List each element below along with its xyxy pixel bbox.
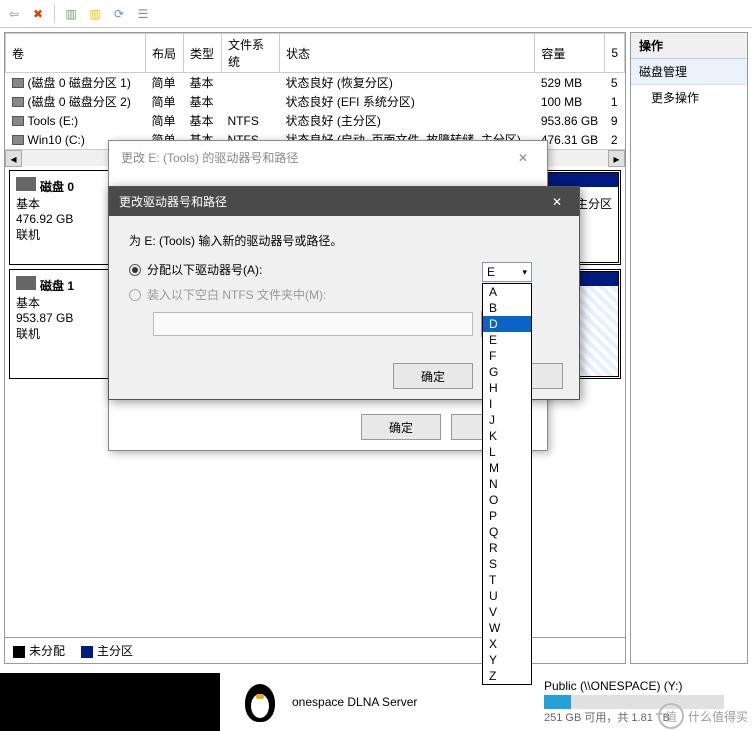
actions-header: 操作 — [631, 33, 747, 59]
col-fs[interactable]: 文件系统 — [222, 34, 280, 73]
main-toolbar: ⇦ ✖ ▥ ▥ ⟳ ☰ — [0, 0, 752, 28]
mount-path-input — [153, 312, 473, 336]
legend-primary: 主分区 — [97, 644, 133, 658]
dialog2-ok-button[interactable]: 确定 — [393, 363, 473, 389]
volume-table: 卷 布局 类型 文件系统 状态 容量 5 (磁盘 0 磁盘分区 1)简单基本状态… — [5, 33, 625, 149]
col-layout[interactable]: 布局 — [146, 34, 184, 73]
disk-size: 476.92 GB — [16, 212, 73, 226]
combo-option[interactable]: K — [483, 428, 531, 444]
share-name: Public (\\ONESPACE) (Y:) — [544, 679, 744, 693]
dialog2-close-icon[interactable]: ✕ — [545, 195, 569, 209]
new-doc-icon[interactable]: ▥ — [87, 6, 103, 22]
volume-icon — [12, 78, 24, 88]
combo-option[interactable]: U — [483, 588, 531, 604]
dialog2-title: 更改驱动器号和路径 — [119, 193, 227, 210]
combo-option[interactable]: S — [483, 556, 531, 572]
legend-swatch-unalloc — [13, 646, 25, 658]
combo-option[interactable]: P — [483, 508, 531, 524]
combo-option[interactable]: T — [483, 572, 531, 588]
combo-option[interactable]: M — [483, 460, 531, 476]
combo-option[interactable]: I — [483, 396, 531, 412]
combo-option[interactable]: F — [483, 348, 531, 364]
thumbnail — [0, 673, 220, 731]
table-row[interactable]: (磁盘 0 磁盘分区 1)简单基本状态良好 (恢复分区)529 MB5 — [6, 73, 625, 93]
drive-letter-combo[interactable]: E ▾ — [482, 262, 532, 282]
watermark-icon: 值 — [658, 703, 684, 729]
partition-label: 主分区 — [576, 197, 612, 211]
server-label: onespace DLNA Server — [292, 695, 417, 709]
disk-size: 953.87 GB — [16, 311, 73, 325]
volume-icon — [12, 135, 24, 145]
list-icon[interactable]: ☰ — [135, 6, 151, 22]
table-row[interactable]: (磁盘 0 磁盘分区 2)简单基本状态良好 (EFI 系统分区)100 MB1 — [6, 92, 625, 111]
legend-unalloc: 未分配 — [29, 644, 65, 658]
watermark: 值 什么值得买 — [658, 703, 748, 729]
disk-state: 联机 — [16, 228, 40, 242]
combo-option[interactable]: G — [483, 364, 531, 380]
drive-letter-dropdown[interactable]: ABDEFGHIJKLMNOPQRSTUVWXYZ — [482, 283, 532, 685]
back-icon[interactable]: ⇦ — [6, 6, 22, 22]
scroll-right-icon[interactable]: ▸ — [608, 150, 625, 167]
combo-option[interactable]: A — [483, 284, 531, 300]
combo-value: E — [487, 265, 495, 279]
combo-option[interactable]: J — [483, 412, 531, 428]
disk-icon — [16, 276, 36, 290]
close-icon[interactable]: ✖ — [30, 6, 46, 22]
disk-state: 联机 — [16, 327, 40, 341]
dialog2-prompt: 为 E: (Tools) 输入新的驱动器号或路径。 — [129, 232, 559, 249]
disk-icon — [16, 177, 36, 191]
combo-option[interactable]: L — [483, 444, 531, 460]
dialog1-close-icon[interactable]: ✕ — [511, 151, 535, 165]
chevron-down-icon: ▾ — [522, 267, 527, 278]
actions-pane: 操作 磁盘管理 更多操作 — [630, 32, 748, 664]
combo-option[interactable]: E — [483, 332, 531, 348]
combo-option[interactable]: H — [483, 380, 531, 396]
doc-icon[interactable]: ▥ — [63, 6, 79, 22]
combo-option[interactable]: D — [483, 316, 531, 332]
refresh-icon[interactable]: ⟳ — [111, 6, 127, 22]
col-type[interactable]: 类型 — [184, 34, 222, 73]
dialog1-ok-button[interactable]: 确定 — [361, 414, 441, 440]
combo-option[interactable]: B — [483, 300, 531, 316]
disk-name: 磁盘 0 — [40, 180, 74, 194]
disk-type: 基本 — [16, 296, 40, 310]
actions-more[interactable]: 更多操作 — [631, 85, 747, 110]
table-row[interactable]: Tools (E:)简单基本NTFS状态良好 (主分区)953.86 GB9 — [6, 111, 625, 130]
col-vol[interactable]: 卷 — [6, 34, 146, 73]
combo-option[interactable]: Y — [483, 652, 531, 668]
combo-option[interactable]: W — [483, 620, 531, 636]
disk-name: 磁盘 1 — [40, 279, 74, 293]
scroll-left-icon[interactable]: ◂ — [5, 150, 22, 167]
legend: 未分配 主分区 — [5, 637, 625, 663]
volume-icon — [12, 116, 24, 126]
radio-mount-folder[interactable] — [129, 289, 141, 301]
combo-option[interactable]: O — [483, 492, 531, 508]
combo-option[interactable]: R — [483, 540, 531, 556]
col-cap[interactable]: 容量 — [535, 34, 605, 73]
combo-option[interactable]: Z — [483, 668, 531, 684]
col-free[interactable]: 5 — [605, 34, 625, 73]
linux-icon — [240, 680, 280, 725]
disk-type: 基本 — [16, 197, 40, 211]
dialog1-title: 更改 E: (Tools) 的驱动器号和路径 — [121, 149, 298, 166]
col-status[interactable]: 状态 — [280, 34, 535, 73]
radio-mount-label: 装入以下空白 NTFS 文件夹中(M): — [147, 286, 326, 303]
combo-option[interactable]: N — [483, 476, 531, 492]
combo-option[interactable]: X — [483, 636, 531, 652]
actions-disk-mgmt[interactable]: 磁盘管理 — [631, 59, 747, 85]
legend-swatch-primary — [81, 646, 93, 658]
combo-option[interactable]: Q — [483, 524, 531, 540]
radio-assign-letter[interactable] — [129, 264, 141, 276]
volume-icon — [12, 97, 24, 107]
bottom-bar: onespace DLNA Server Public (\\ONESPACE)… — [0, 673, 752, 731]
combo-option[interactable]: V — [483, 604, 531, 620]
radio-assign-label: 分配以下驱动器号(A): — [147, 261, 262, 278]
